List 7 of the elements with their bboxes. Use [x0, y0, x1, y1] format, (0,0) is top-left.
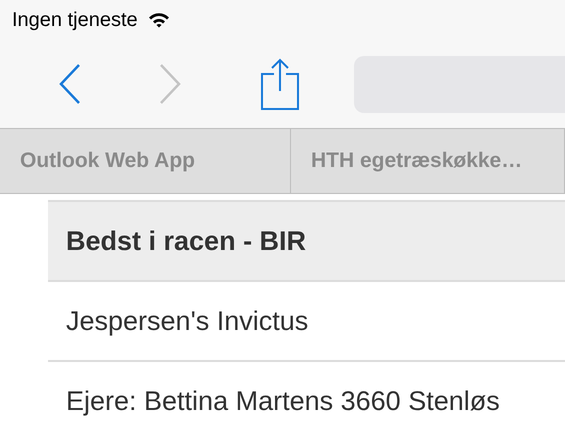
chevron-left-icon: [58, 63, 82, 105]
share-button[interactable]: [260, 56, 300, 112]
wifi-icon: [148, 12, 170, 28]
carrier-name: Ingen tjeneste: [12, 8, 138, 32]
share-icon: [261, 58, 299, 110]
chevron-right-icon: [158, 63, 182, 105]
section-header: Bedst i racen - BIR: [48, 200, 565, 282]
